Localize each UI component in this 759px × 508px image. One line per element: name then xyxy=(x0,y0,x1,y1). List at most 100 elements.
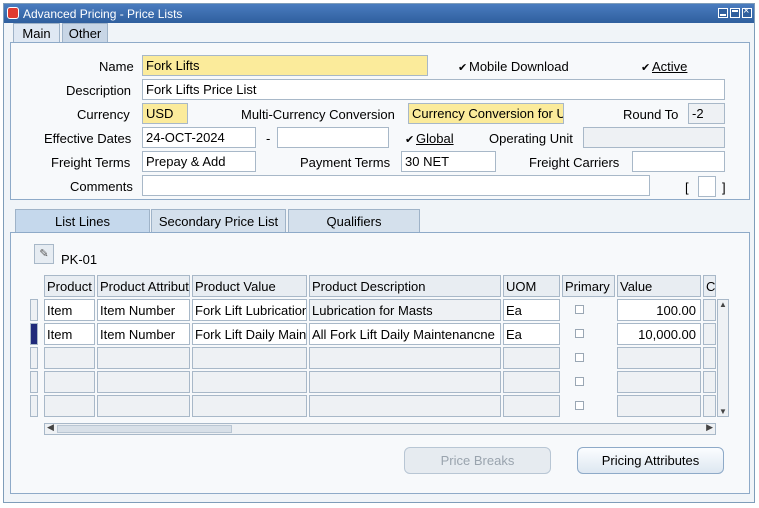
table-cell-empty[interactable] xyxy=(192,347,307,369)
payment-terms-field[interactable]: 30 NET xyxy=(401,151,496,172)
scroll-up-icon[interactable]: ▲ xyxy=(719,300,727,309)
scroll-down-icon[interactable]: ▼ xyxy=(719,407,727,416)
freight-carriers-field[interactable] xyxy=(632,151,725,172)
vertical-scrollbar[interactable]: ▲ ▼ xyxy=(717,299,729,417)
tab-other[interactable]: Other xyxy=(62,23,108,43)
column-header-primary[interactable]: Primary xyxy=(562,275,615,297)
row-indicator[interactable] xyxy=(30,371,38,393)
checkmark-icon: ✔ xyxy=(641,62,651,74)
scroll-left-icon[interactable]: ◀ xyxy=(47,422,54,433)
table-cell-description[interactable]: All Fork Lift Daily Maintenancne xyxy=(309,323,501,345)
close-icon[interactable] xyxy=(742,5,752,18)
freight-terms-field[interactable]: Prepay & Add xyxy=(142,151,256,172)
table-cell-value[interactable]: Fork Lift Lubrication xyxy=(192,299,307,321)
name-label: Name xyxy=(99,59,134,74)
row-indicator[interactable] xyxy=(30,347,38,369)
effective-dates-label: Effective Dates xyxy=(44,131,132,146)
table-cell-empty[interactable] xyxy=(503,395,560,417)
folder-name: PK-01 xyxy=(61,252,98,267)
title-bar: Advanced Pricing - Price Lists xyxy=(4,4,754,23)
multi-currency-field[interactable]: Currency Conversion for U xyxy=(408,103,564,124)
primary-checkbox[interactable] xyxy=(575,401,584,410)
column-header-product-attribute[interactable]: Product Attribut xyxy=(97,275,190,297)
table-cell-empty[interactable] xyxy=(617,395,701,417)
currency-field[interactable]: USD xyxy=(142,103,188,124)
column-header-product-description[interactable]: Product Description xyxy=(309,275,501,297)
table-cell-empty[interactable] xyxy=(703,347,716,369)
maximize-icon[interactable] xyxy=(730,8,740,18)
name-field[interactable]: Fork Lifts xyxy=(142,55,428,76)
effective-date-to-field[interactable] xyxy=(277,127,389,148)
primary-checkbox[interactable] xyxy=(575,305,584,314)
primary-checkbox[interactable] xyxy=(575,329,584,338)
table-cell-description[interactable]: Lubrication for Masts xyxy=(309,299,501,321)
date-range-dash: - xyxy=(266,131,271,146)
table-cell-value[interactable]: Fork Lift Daily Main xyxy=(192,323,307,345)
table-cell-empty[interactable] xyxy=(44,347,95,369)
primary-checkbox[interactable] xyxy=(575,377,584,386)
price-breaks-button[interactable]: Price Breaks xyxy=(404,447,551,474)
table-cell-empty[interactable] xyxy=(703,395,716,417)
table-cell-empty[interactable] xyxy=(703,371,716,393)
table-cell-empty[interactable] xyxy=(44,395,95,417)
table-cell-empty[interactable] xyxy=(309,395,501,417)
table-cell-empty[interactable] xyxy=(97,347,190,369)
table-cell-price[interactable]: 10,000.00 xyxy=(617,323,701,345)
mobile-download-checkbox[interactable]: ✔ Mobile Download xyxy=(458,59,569,74)
operating-unit-field[interactable] xyxy=(583,127,725,148)
horizontal-scrollbar[interactable]: ◀ ▶ xyxy=(44,422,716,435)
minimize-icon[interactable] xyxy=(718,8,728,18)
folder-icon[interactable]: ✎ xyxy=(34,244,54,264)
checkmark-icon: ✔ xyxy=(458,62,468,74)
table-cell-empty[interactable] xyxy=(192,395,307,417)
table-cell-uom[interactable]: Ea xyxy=(503,323,560,345)
table-cell-attribute[interactable]: Item Number xyxy=(97,323,190,345)
table-cell-product[interactable]: Item xyxy=(44,323,95,345)
tab-secondary-price-list[interactable]: Secondary Price List xyxy=(151,209,286,233)
column-header-uom[interactable]: UOM xyxy=(503,275,560,297)
table-cell-empty[interactable] xyxy=(503,371,560,393)
primary-checkbox[interactable] xyxy=(575,353,584,362)
active-checkbox[interactable]: ✔ Active xyxy=(641,59,687,74)
round-to-field[interactable]: -2 xyxy=(688,103,725,124)
tab-main[interactable]: Main xyxy=(13,23,60,43)
column-header-product[interactable]: Product xyxy=(44,275,95,297)
table-cell-product[interactable]: Item xyxy=(44,299,95,321)
comments-field[interactable] xyxy=(142,175,650,196)
payment-terms-label: Payment Terms xyxy=(300,155,391,170)
row-indicator[interactable] xyxy=(30,395,38,417)
global-checkbox[interactable]: ✔ Global xyxy=(405,131,454,146)
table-cell-empty[interactable] xyxy=(97,371,190,393)
table-cell-attribute[interactable]: Item Number xyxy=(97,299,190,321)
scroll-right-icon[interactable]: ▶ xyxy=(706,422,713,433)
column-header-c[interactable]: C xyxy=(703,275,716,297)
table-cell-empty[interactable] xyxy=(617,371,701,393)
tab-qualifiers[interactable]: Qualifiers xyxy=(288,209,420,233)
effective-date-from-field[interactable]: 24-OCT-2024 xyxy=(142,127,256,148)
comments-label: Comments xyxy=(70,179,133,194)
scrollbar-thumb[interactable] xyxy=(57,425,232,433)
table-cell-empty[interactable] xyxy=(617,347,701,369)
table-cell-uom[interactable]: Ea xyxy=(503,299,560,321)
row-indicator-current[interactable] xyxy=(30,323,38,345)
tab-list-lines[interactable]: List Lines xyxy=(15,209,150,233)
table-cell-empty[interactable] xyxy=(503,347,560,369)
table-cell-c[interactable] xyxy=(703,299,716,321)
table-cell-empty[interactable] xyxy=(309,371,501,393)
table-cell-empty[interactable] xyxy=(97,395,190,417)
table-cell-price[interactable]: 100.00 xyxy=(617,299,701,321)
description-field[interactable]: Fork Lifts Price List xyxy=(142,79,725,100)
dff-bracket-open: [ xyxy=(685,180,689,195)
table-cell-empty[interactable] xyxy=(192,371,307,393)
active-label: Active xyxy=(652,59,688,74)
operating-unit-label: Operating Unit xyxy=(489,131,573,146)
pricing-attributes-button[interactable]: Pricing Attributes xyxy=(577,447,724,474)
table-cell-c[interactable] xyxy=(703,323,716,345)
table-cell-empty[interactable] xyxy=(44,371,95,393)
descriptive-flexfield[interactable] xyxy=(698,176,716,197)
dff-bracket-close: ] xyxy=(722,180,726,195)
column-header-value[interactable]: Value xyxy=(617,275,701,297)
column-header-product-value[interactable]: Product Value xyxy=(192,275,307,297)
row-indicator[interactable] xyxy=(30,299,38,321)
table-cell-empty[interactable] xyxy=(309,347,501,369)
